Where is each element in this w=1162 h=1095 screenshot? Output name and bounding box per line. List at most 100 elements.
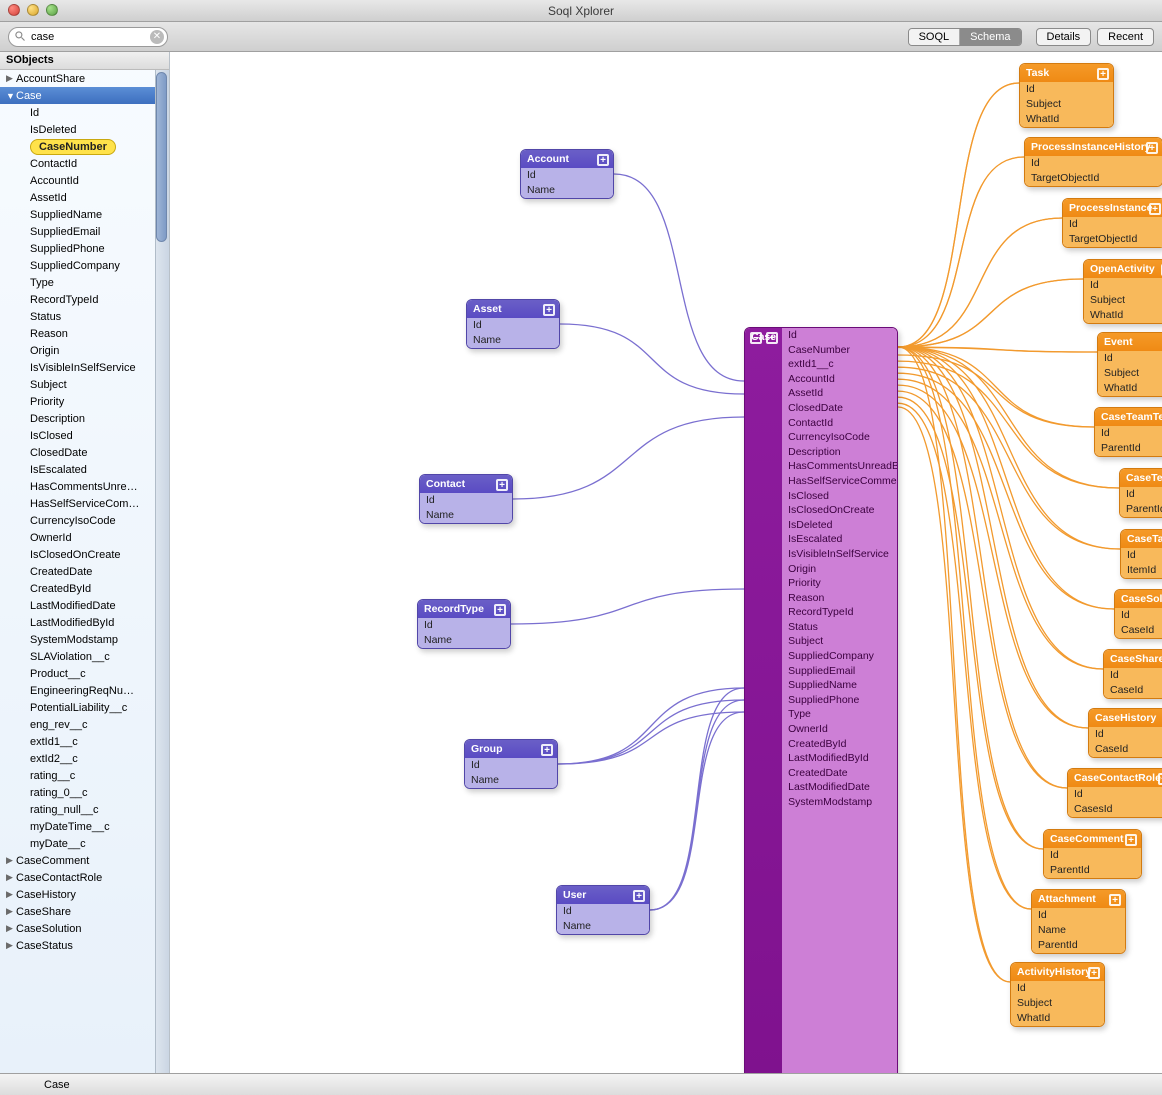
node-field[interactable]: ParentId — [1032, 938, 1125, 953]
disclosure-arrow-icon[interactable] — [6, 73, 16, 84]
tree-item[interactable]: Reason — [0, 325, 169, 342]
tree-item[interactable]: Product__c — [0, 665, 169, 682]
disclosure-arrow-icon[interactable] — [6, 889, 16, 900]
tree-item[interactable]: AccountShare — [0, 70, 169, 87]
node-field[interactable]: Name — [420, 508, 512, 523]
node-header[interactable]: CaseSolution+ — [1115, 590, 1162, 608]
node-field[interactable]: Priority — [782, 576, 898, 591]
node-field[interactable]: Subject — [1011, 996, 1104, 1011]
tree-item[interactable]: IsClosedOnCreate — [0, 546, 169, 563]
expand-icon[interactable]: + — [496, 479, 508, 491]
tree-item[interactable]: SuppliedEmail — [0, 223, 169, 240]
schema-node-caseteammember[interactable]: CaseTeamMember+IdParentId — [1119, 468, 1162, 518]
disclosure-arrow-icon[interactable] — [6, 872, 16, 883]
node-field[interactable]: Type — [782, 707, 898, 722]
tree-item[interactable]: AssetId — [0, 189, 169, 206]
node-field[interactable]: IsClosed — [782, 489, 898, 504]
schema-node-caseteamtemplaterecord[interactable]: CaseTeamTemplateRecord+IdParentId — [1094, 407, 1162, 457]
tree-item[interactable]: eng_rev__c — [0, 716, 169, 733]
tree-item[interactable]: CreatedById — [0, 580, 169, 597]
tree-item[interactable]: Origin — [0, 342, 169, 359]
node-field[interactable]: Id — [521, 168, 613, 183]
expand-icon[interactable]: + — [543, 304, 555, 316]
node-field[interactable]: AssetId — [782, 386, 898, 401]
node-field[interactable]: Id — [1032, 908, 1125, 923]
disclosure-arrow-icon[interactable] — [6, 940, 16, 951]
node-field[interactable]: Name — [557, 919, 649, 934]
node-field[interactable]: AccountId — [782, 372, 898, 387]
tree-item[interactable]: SuppliedCompany — [0, 257, 169, 274]
node-field[interactable]: SuppliedCompany — [782, 649, 898, 664]
tree-item[interactable]: Type — [0, 274, 169, 291]
tree-item[interactable]: SystemModstamp — [0, 631, 169, 648]
tree-item[interactable]: RecordTypeId — [0, 291, 169, 308]
node-field[interactable]: Name — [418, 633, 510, 648]
schema-node-recordtype[interactable]: RecordType+IdName — [417, 599, 511, 649]
details-button[interactable]: Details — [1036, 28, 1092, 46]
tree-item[interactable]: extId2__c — [0, 750, 169, 767]
schema-node-processinstancehistory[interactable]: ProcessInstanceHistory+IdTargetObjectId — [1024, 137, 1162, 187]
tree-item[interactable]: AccountId — [0, 172, 169, 189]
schema-node-account[interactable]: Account+IdName — [520, 149, 614, 199]
node-field[interactable]: extId1__c — [782, 357, 898, 372]
node-field[interactable]: ParentId — [1095, 441, 1162, 456]
node-field[interactable]: Id — [418, 618, 510, 633]
node-field[interactable]: LastModifiedById — [782, 751, 898, 766]
schema-node-contact[interactable]: Contact+IdName — [419, 474, 513, 524]
node-header[interactable]: OpenActivity+ — [1084, 260, 1162, 278]
disclosure-arrow-icon[interactable] — [6, 923, 16, 934]
node-field[interactable]: HasSelfServiceComments — [782, 474, 898, 489]
expand-icon[interactable]: + — [1125, 834, 1137, 846]
node-field[interactable]: SuppliedPhone — [782, 693, 898, 708]
tree-item[interactable]: CreatedDate — [0, 563, 169, 580]
schema-tab[interactable]: Schema — [960, 29, 1020, 45]
node-field[interactable]: CreatedDate — [782, 766, 898, 781]
node-field[interactable]: Id — [1084, 278, 1162, 293]
tree-item[interactable]: CurrencyIsoCode — [0, 512, 169, 529]
tree-item[interactable]: HasSelfServiceCom… — [0, 495, 169, 512]
node-field[interactable]: HasCommentsUnreadByOwner — [782, 459, 898, 474]
node-field[interactable]: CaseId — [1104, 683, 1162, 698]
node-field[interactable]: Id — [1063, 217, 1162, 232]
node-header[interactable]: CaseTeamTemplateRecord+ — [1095, 408, 1162, 426]
node-field[interactable]: Id — [1095, 426, 1162, 441]
node-field[interactable]: Name — [521, 183, 613, 198]
node-field[interactable]: Subject — [1098, 366, 1162, 381]
node-field[interactable]: ContactId — [782, 416, 898, 431]
sidebar-scrollbar-thumb[interactable] — [156, 72, 167, 242]
tree-item[interactable]: Id — [0, 104, 169, 121]
zoom-window-button[interactable] — [46, 4, 58, 16]
collapse-icon[interactable]: − — [750, 332, 762, 344]
node-header[interactable]: CaseContactRole+ — [1068, 769, 1162, 787]
node-field[interactable]: Name — [467, 333, 559, 348]
node-field[interactable]: Id — [1044, 848, 1141, 863]
expand-icon[interactable]: + — [633, 890, 645, 902]
tree-item[interactable]: ClosedDate — [0, 444, 169, 461]
node-field[interactable]: Status — [782, 620, 898, 635]
expand-icon[interactable]: + — [1097, 68, 1109, 80]
expand-icon[interactable]: + — [1109, 894, 1121, 906]
tree-item[interactable]: HasCommentsUnre… — [0, 478, 169, 495]
node-field[interactable]: Id — [467, 318, 559, 333]
node-field[interactable]: WhatId — [1084, 308, 1162, 323]
disclosure-arrow-icon[interactable] — [6, 906, 16, 917]
tree-item[interactable]: rating_null__c — [0, 801, 169, 818]
node-header[interactable]: CaseHistory+ — [1089, 709, 1162, 727]
node-field[interactable]: Id — [1025, 156, 1162, 171]
node-header[interactable]: CaseTag+ — [1121, 530, 1162, 548]
node-field[interactable]: OwnerId — [782, 722, 898, 737]
node-field[interactable]: Id — [1104, 668, 1162, 683]
disclosure-arrow-icon[interactable] — [6, 91, 16, 101]
tree-item[interactable]: rating_0__c — [0, 784, 169, 801]
tree-item[interactable]: SLAViolation__c — [0, 648, 169, 665]
node-header[interactable]: ProcessInstance+ — [1063, 199, 1162, 217]
expand-icon[interactable]: + — [1149, 203, 1161, 215]
node-header[interactable]: CaseComment+ — [1044, 830, 1141, 848]
node-field[interactable]: Subject — [1020, 97, 1113, 112]
search-input[interactable] — [8, 27, 168, 47]
tree-item[interactable]: CaseContactRole — [0, 869, 169, 886]
tree-item[interactable]: myDate__c — [0, 835, 169, 852]
node-field[interactable]: CreatedById — [782, 737, 898, 752]
node-field[interactable]: CaseNumber — [782, 343, 898, 358]
tree-item[interactable]: Description — [0, 410, 169, 427]
